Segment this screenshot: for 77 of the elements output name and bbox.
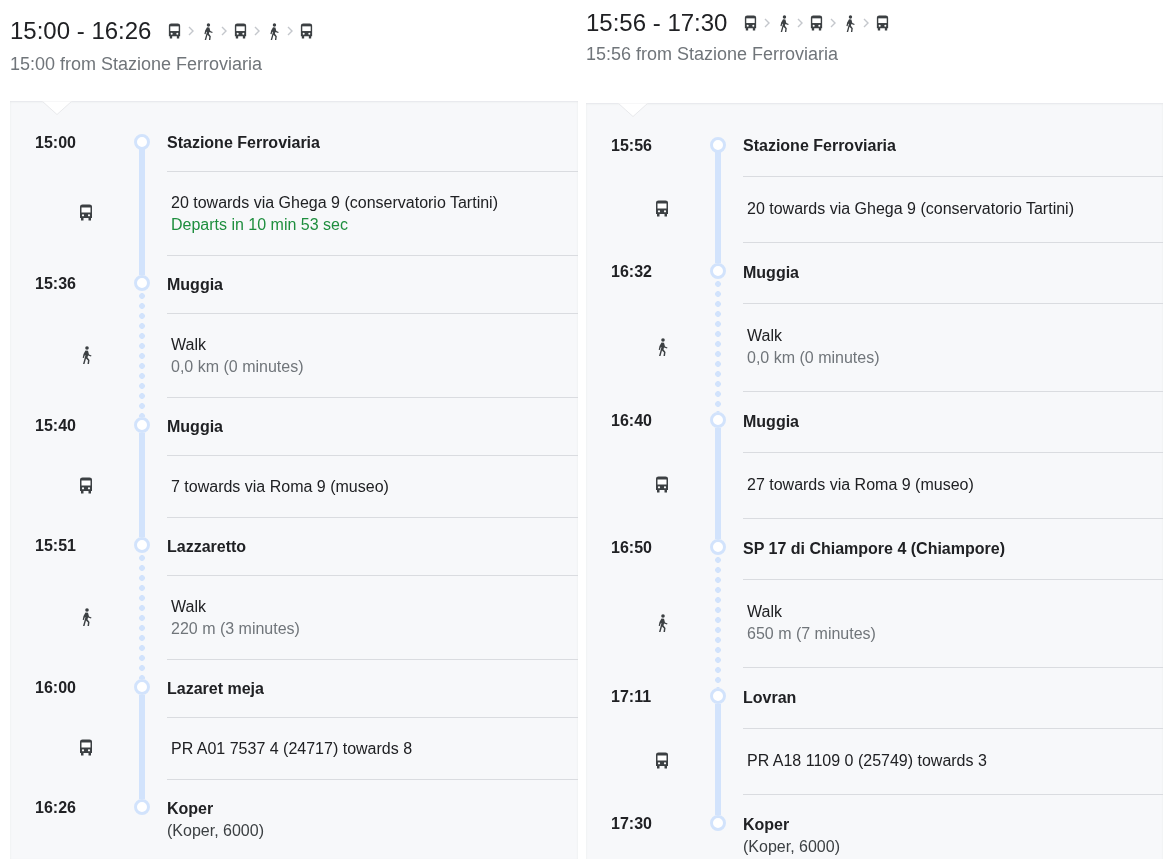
bus-icon bbox=[233, 22, 249, 40]
bus-icon bbox=[299, 22, 315, 40]
stop-name: SP 17 di Chiampore 4 (Chiampore) bbox=[743, 539, 1006, 559]
leg-description: 20 towards via Ghega 9 (conservatorio Tartini) bbox=[171, 193, 499, 213]
stop-name: Lazaret meja bbox=[167, 679, 265, 699]
stop-time: 15:40 bbox=[35, 416, 76, 436]
stop-time: 16:00 bbox=[35, 678, 76, 698]
stop-time: 15:51 bbox=[35, 536, 76, 556]
leg-detail: 0,0 km (0 minutes) bbox=[747, 348, 881, 368]
stop-name: Koper bbox=[167, 799, 215, 819]
leg-detail: 0,0 km (0 minutes) bbox=[171, 357, 305, 377]
stop-time: 15:36 bbox=[35, 274, 76, 294]
stop-name: Lovran bbox=[743, 688, 798, 708]
time-range: 15:56 - 17:30 bbox=[586, 9, 728, 37]
stop-time: 17:11 bbox=[611, 687, 652, 707]
chevron-icon bbox=[797, 18, 804, 28]
leg-description: Walk bbox=[747, 602, 783, 622]
stop-name: Stazione Ferroviaria bbox=[167, 133, 321, 153]
stop-circle bbox=[710, 412, 726, 428]
chevron-icon bbox=[221, 26, 228, 36]
leg-detail: 220 m (3 minutes) bbox=[171, 619, 301, 639]
stop-time: 16:32 bbox=[611, 262, 652, 282]
stop-name: Muggia bbox=[743, 263, 800, 283]
stop-circle bbox=[134, 679, 150, 695]
stop-circle bbox=[134, 134, 150, 150]
stop-time: 16:40 bbox=[611, 411, 652, 431]
stop-name: Lazzaretto bbox=[167, 537, 248, 557]
stop-time: 15:56 bbox=[611, 136, 652, 156]
stop-circle bbox=[710, 815, 726, 831]
leg-detail: 650 m (7 minutes) bbox=[747, 624, 877, 644]
chevron-icon bbox=[254, 26, 261, 36]
stop-circle bbox=[134, 275, 150, 291]
stop-circle bbox=[710, 263, 726, 279]
stop-time: 16:50 bbox=[611, 538, 652, 558]
stop-detail: (Koper, 6000) bbox=[743, 837, 841, 857]
stop-circle bbox=[134, 799, 150, 815]
departure-summary: 15:00 from Stazione Ferroviaria bbox=[9, 53, 264, 76]
stop-time: 17:30 bbox=[611, 814, 652, 834]
stop-name: Muggia bbox=[743, 412, 800, 432]
bus-icon bbox=[167, 22, 183, 40]
stop-name: Koper bbox=[743, 815, 791, 835]
chevron-icon bbox=[764, 18, 771, 28]
leg-description: 7 towards via Roma 9 (museo) bbox=[171, 477, 390, 497]
leg-description: Walk bbox=[171, 597, 207, 617]
leg-description: 27 towards via Roma 9 (museo) bbox=[747, 475, 975, 495]
chevron-icon bbox=[188, 26, 195, 36]
time-range: 15:00 - 16:26 bbox=[10, 17, 152, 45]
bus-icon bbox=[654, 200, 670, 218]
bus-icon bbox=[654, 476, 670, 494]
bus-icon bbox=[78, 204, 94, 222]
chevron-icon bbox=[830, 18, 837, 28]
leg-description: Walk bbox=[747, 326, 783, 346]
stop-circle bbox=[134, 417, 150, 433]
stop-circle bbox=[134, 537, 150, 553]
leg-description: PR A01 7537 4 (24717) towards 8 bbox=[171, 739, 414, 759]
stop-time: 15:00 bbox=[35, 133, 76, 153]
stop-circle bbox=[710, 137, 726, 153]
departure-status: Departs in 10 min 53 sec bbox=[171, 215, 349, 235]
leg-description: PR A18 1109 0 (25749) towards 3 bbox=[747, 751, 988, 771]
stop-circle bbox=[710, 539, 726, 555]
chevron-icon bbox=[863, 18, 870, 28]
chevron-icon bbox=[287, 26, 294, 36]
stop-circle bbox=[710, 688, 726, 704]
departure-summary: 15:56 from Stazione Ferroviaria bbox=[585, 43, 840, 66]
bus-icon bbox=[78, 739, 94, 757]
stop-time: 16:26 bbox=[35, 798, 76, 818]
bus-icon bbox=[809, 14, 825, 32]
bus-icon bbox=[875, 14, 891, 32]
stop-name: Muggia bbox=[167, 417, 224, 437]
bus-icon bbox=[78, 477, 94, 495]
stop-name: Stazione Ferroviaria bbox=[743, 136, 897, 156]
bus-icon bbox=[743, 14, 759, 32]
stop-detail: (Koper, 6000) bbox=[167, 821, 265, 841]
bus-icon bbox=[654, 752, 670, 770]
leg-description: Walk bbox=[171, 335, 207, 355]
stop-name: Muggia bbox=[167, 275, 224, 295]
leg-description: 20 towards via Ghega 9 (conservatorio Tartini) bbox=[747, 199, 1075, 219]
